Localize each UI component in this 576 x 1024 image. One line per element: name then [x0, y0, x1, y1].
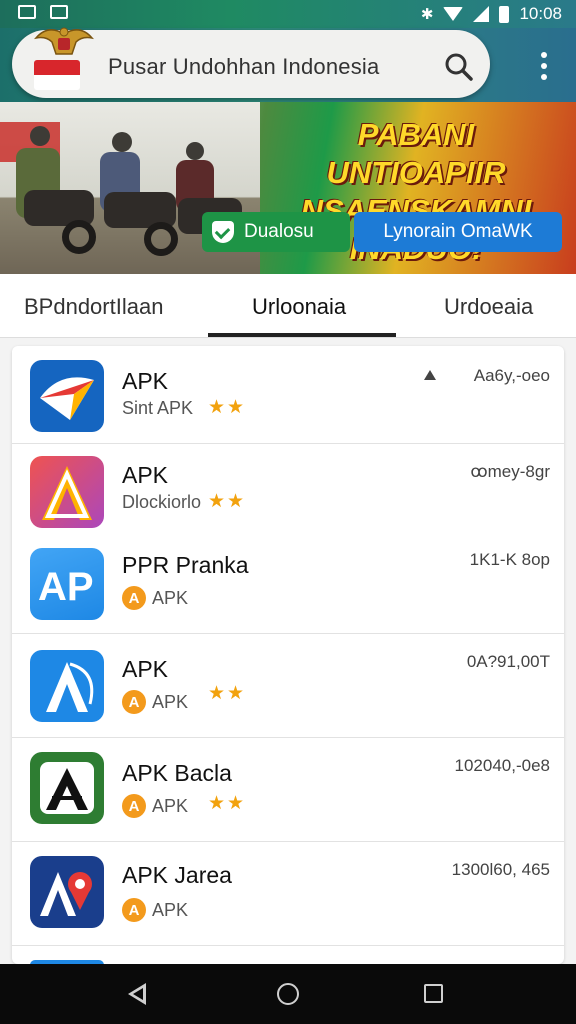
app-list: APK Sint APK ★★ Aa6y,-oeo APK Dlockiorlo…	[12, 346, 564, 964]
kite-app-icon	[30, 360, 104, 432]
app-meta: 1300l60, 465	[451, 860, 550, 879]
a-pin-app-icon	[30, 856, 104, 928]
shield-check-icon	[212, 221, 234, 243]
app-name: APK	[122, 656, 169, 682]
rating-stars: ★★	[208, 793, 247, 814]
list-item[interactable]: APK Bacla A APK ★★ 102040,-0e8	[12, 738, 564, 842]
app-meta: ꝏmey-8gr	[470, 462, 550, 481]
system-nav-bar	[0, 964, 576, 1024]
app-name: PPR Pranka	[122, 552, 249, 578]
app-name: APK	[122, 368, 169, 394]
battery-icon	[499, 5, 510, 23]
active-tab-indicator	[208, 333, 396, 337]
a-circle-app-icon	[30, 650, 104, 722]
rider-helmet	[30, 126, 50, 146]
app-subtitle: A APK	[122, 690, 188, 714]
tab-1[interactable]: BPdndortIlaan	[24, 294, 163, 320]
app-subtitle: Sint APK	[122, 398, 194, 418]
apk-badge-icon: A	[122, 898, 146, 922]
list-item[interactable]: APK Sint APK ★★ Aa6y,-oeo	[12, 346, 564, 444]
signal-icon	[473, 6, 490, 22]
download-button[interactable]: Dualosu	[202, 212, 350, 252]
bluetooth-icon: ✱	[420, 6, 434, 23]
search-icon[interactable]	[444, 52, 474, 82]
rating-stars: ★★	[208, 397, 247, 418]
wifi-icon	[443, 7, 464, 21]
apk-badge-icon: A	[122, 690, 146, 714]
page-title: Pusar Undohhan Indonesia	[108, 54, 380, 79]
app-meta: 1K1-K 8op	[469, 550, 550, 569]
status-time: 10:08	[519, 4, 562, 23]
overflow-menu-icon[interactable]	[540, 52, 548, 80]
home-icon[interactable]	[277, 983, 299, 1005]
app-subtitle: Dlockiorlo	[122, 492, 202, 512]
motorbike-wheel	[62, 220, 96, 254]
app-meta: 0A?91,00T	[466, 652, 550, 671]
list-item[interactable]: APK Jarea A APK 1300l60, 465	[12, 842, 564, 946]
list-item[interactable]	[12, 946, 564, 964]
notification-icon	[18, 5, 36, 19]
tab-3[interactable]: Urdoeaia	[444, 294, 533, 320]
rider-helmet	[186, 142, 204, 160]
svg-text:AP: AP	[38, 565, 94, 609]
apk-badge-icon: A	[122, 586, 146, 610]
app-meta: Aa6y,-oeo	[473, 366, 550, 385]
app-name: APK	[122, 462, 169, 488]
app-name: APK Jarea	[122, 862, 232, 888]
app-subtitle: A APK	[122, 794, 188, 818]
recent-apps-icon[interactable]	[424, 984, 443, 1003]
promo-banner[interactable]: PABANI UNTIOAPIIR NSAENSKAMNI INADUO! Du…	[0, 102, 576, 274]
a-green-app-icon	[30, 752, 104, 824]
search-bar[interactable]: Pusar Undohhan Indonesia	[12, 27, 490, 98]
list-item[interactable]: APK Dlockiorlo ★★ ꝏmey-8gr	[12, 444, 564, 536]
gallery-notification-icon	[50, 5, 68, 19]
tab-2[interactable]: Urloonaia	[252, 294, 346, 320]
app-subtitle: A APK	[122, 586, 188, 610]
learn-more-button[interactable]: Lynorain OmaWK	[354, 212, 562, 252]
rider-helmet	[112, 132, 132, 152]
trending-up-icon	[424, 370, 436, 380]
app-name: APK Bacla	[122, 760, 232, 786]
motorbike-wheel	[144, 222, 178, 256]
ap-app-icon: AP	[30, 548, 104, 620]
list-item[interactable]: APK A APK ★★ 0A?91,00T	[12, 634, 564, 738]
triangle-app-icon	[30, 456, 104, 528]
list-item[interactable]: AP PPR Pranka A APK 1K1-K 8op	[12, 536, 564, 634]
app-meta: 102040,-0e8	[454, 756, 550, 775]
apk-badge-icon: A	[122, 794, 146, 818]
app-header: Pusar Undohhan Indonesia	[0, 27, 576, 102]
indonesia-flag-icon	[34, 60, 80, 90]
rating-stars: ★★	[208, 683, 247, 704]
rating-stars: ★★	[208, 491, 247, 512]
app-subtitle: A APK	[122, 898, 188, 922]
tab-bar: BPdndortIlaan Urloonaia Urdoeaia	[0, 274, 576, 338]
